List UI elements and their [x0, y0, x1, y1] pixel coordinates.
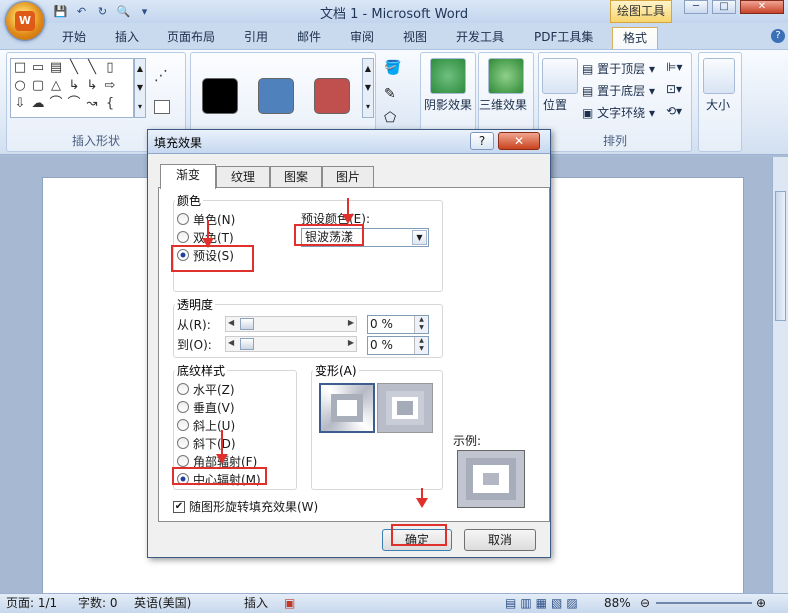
ok-button[interactable]: 确定 — [382, 529, 452, 551]
tab-review[interactable]: 审阅 — [340, 27, 384, 49]
sample-label: 示例: — [453, 434, 482, 448]
word-logo-icon: W — [15, 11, 35, 31]
print-preview-icon[interactable]: 🔍 — [115, 3, 132, 20]
tab-references[interactable]: 引用 — [234, 27, 278, 49]
undo-icon[interactable]: ↶ — [73, 3, 90, 20]
align-icon[interactable]: ⊫▾ — [666, 60, 682, 74]
qat-dropdown-icon[interactable]: ▾ — [136, 3, 153, 20]
tab-gradient[interactable]: 渐变 — [160, 164, 216, 189]
position-button[interactable]: 位置 — [543, 96, 567, 113]
style-swatch-black[interactable] — [202, 78, 238, 114]
tab-mailings[interactable]: 邮件 — [287, 27, 331, 49]
zoom-in-icon[interactable]: ⊕ — [756, 594, 766, 612]
send-to-back-label: 置于底层 — [597, 84, 646, 98]
save-icon[interactable]: 💾 — [52, 3, 69, 20]
language-status[interactable]: 英语(美国) — [134, 594, 191, 612]
arrow-head-icon — [216, 454, 228, 464]
word-count[interactable]: 字数: 0 — [78, 594, 118, 612]
position-icon[interactable] — [542, 58, 578, 94]
baidu-watermark: Baidu经验 — [600, 546, 736, 576]
tab-developer[interactable]: 开发工具 — [446, 27, 514, 49]
macro-record-icon[interactable]: ▣ — [284, 594, 295, 612]
bring-to-front-button[interactable]: ▤ 置于顶层 ▾ — [582, 60, 655, 77]
3d-effects-button[interactable]: 三维效果 — [479, 96, 527, 113]
tab-format[interactable]: 格式 — [612, 27, 659, 49]
fill-color-icon[interactable]: 🪣 — [384, 60, 401, 76]
scroll-thumb[interactable] — [775, 191, 786, 321]
styles-gallery-scroll[interactable]: ▲ ▼ ▾ — [362, 58, 374, 118]
title-bar: 💾 ↶ ↻ 🔍 ▾ 文档 1 - Microsoft Word 绘图工具 ─ □… — [0, 0, 788, 23]
tab-picture[interactable]: 图片 — [322, 166, 374, 188]
tab-texture[interactable]: 纹理 — [216, 166, 270, 188]
size-button[interactable]: 大小 — [706, 96, 730, 113]
restore-button[interactable]: □ — [712, 0, 736, 14]
shapes-gallery[interactable]: □ ▭ ▤ ╲ ╲ ▯ ○ ▢ △ ↳ ↳ ⇨ ⇩ ☁ ⌒ ⌒ ↝{ — [10, 58, 134, 118]
sample-preview — [457, 450, 525, 508]
arrow-head-icon — [342, 214, 354, 224]
style-swatch-blue[interactable] — [258, 78, 294, 114]
baidu-watermark-url: jingyan.baidu.com — [610, 575, 712, 588]
shadow-effects-button[interactable]: 阴影效果 — [424, 96, 472, 113]
drawing-tools-context-tab: 绘图工具 — [610, 0, 672, 23]
annotation-arrows — [202, 198, 428, 508]
help-icon[interactable]: ? — [771, 29, 785, 43]
ribbon-tab-row: 开始 插入 页面布局 引用 邮件 审阅 视图 开发工具 PDF工具集 格式 ? — [0, 23, 788, 49]
text-wrap-button[interactable]: ▣ 文字环绕 ▾ — [582, 104, 655, 121]
dialog-title: 填充效果 — [154, 136, 203, 150]
arrow-head-icon — [416, 498, 428, 508]
office-button[interactable]: W — [6, 2, 44, 40]
tab-pattern[interactable]: 图案 — [270, 166, 322, 188]
cancel-button[interactable]: 取消 — [464, 529, 536, 551]
3d-effects-icon[interactable] — [488, 58, 524, 94]
send-to-back-button[interactable]: ▤ 置于底层 ▾ — [582, 82, 655, 99]
style-swatch-red[interactable] — [314, 78, 350, 114]
dialog-close-button[interactable]: ✕ — [498, 132, 540, 150]
tab-insert[interactable]: 插入 — [105, 27, 149, 49]
group-icon[interactable]: ⊡▾ — [666, 82, 682, 96]
close-window-button[interactable]: ✕ — [740, 0, 784, 14]
minimize-button[interactable]: ─ — [684, 0, 708, 14]
tab-page-layout[interactable]: 页面布局 — [157, 27, 225, 49]
line-color-icon[interactable]: ✎ — [384, 86, 396, 102]
tab-home[interactable]: 开始 — [52, 27, 96, 49]
text-wrap-label: 文字环绕 — [597, 106, 646, 120]
quick-access-toolbar: 💾 ↶ ↻ 🔍 ▾ — [52, 3, 153, 21]
zoom-slider[interactable] — [656, 602, 752, 604]
view-buttons[interactable]: ▤▥▦▧▨ — [505, 594, 582, 612]
arrange-label: 排列 — [602, 134, 627, 148]
tab-pdf-tools[interactable]: PDF工具集 — [524, 27, 603, 49]
vertical-scrollbar[interactable] — [772, 157, 788, 593]
page-count[interactable]: 页面: 1/1 — [6, 594, 57, 612]
edit-shape-icon[interactable]: ⋰ — [154, 68, 168, 84]
rotate-icon[interactable]: ⟲▾ — [666, 104, 682, 118]
zoom-level[interactable]: 88% — [604, 594, 631, 612]
change-shape-icon[interactable]: ⬠ — [384, 110, 396, 126]
text-box-icon[interactable] — [154, 100, 170, 114]
insert-mode-status[interactable]: 插入 — [244, 594, 268, 612]
redo-icon[interactable]: ↻ — [94, 3, 111, 20]
size-icon[interactable] — [703, 58, 735, 94]
window-title: 文档 1 - Microsoft Word — [320, 7, 469, 22]
shapes-gallery-scroll[interactable]: ▲ ▼ ▾ — [134, 58, 146, 118]
bring-to-front-label: 置于顶层 — [597, 62, 646, 76]
dialog-title-bar: 填充效果 ? ✕ — [148, 130, 550, 154]
dialog-help-button[interactable]: ? — [470, 132, 494, 150]
zoom-out-icon[interactable]: ⊖ — [640, 594, 650, 612]
arrow-head-icon — [202, 238, 214, 248]
tab-view[interactable]: 视图 — [393, 27, 437, 49]
status-bar: 页面: 1/1 字数: 0 英语(美国) 插入 ▣ ▤▥▦▧▨ 88% ⊖ ⊕ — [0, 593, 788, 613]
shadow-effects-icon[interactable] — [430, 58, 466, 94]
